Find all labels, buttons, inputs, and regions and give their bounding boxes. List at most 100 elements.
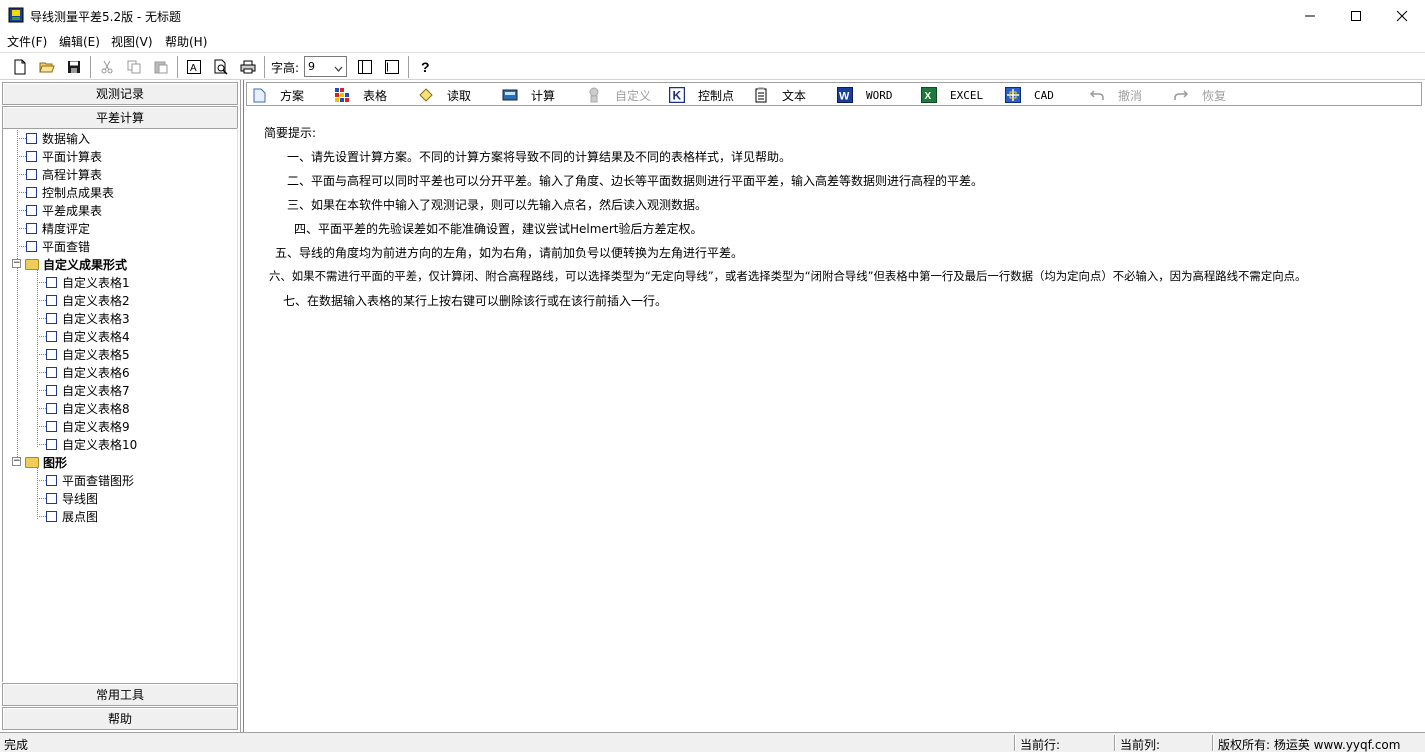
plan-button[interactable]: 方案 [251, 85, 304, 105]
checkbox[interactable] [26, 240, 37, 252]
left-panel-toggle-icon[interactable] [355, 57, 375, 77]
menu-edit[interactable]: 编辑(E) [59, 33, 100, 50]
checkbox[interactable] [46, 474, 57, 486]
font-icon[interactable]: A [184, 57, 204, 77]
toolbar-separator [408, 56, 410, 78]
calc-button[interactable]: 计算 [502, 85, 555, 105]
notepad-icon [753, 87, 769, 103]
toolbar-separator [177, 56, 179, 78]
save-icon[interactable] [64, 57, 84, 77]
tree-item-point-plot[interactable]: 展点图 [37, 507, 98, 525]
copy-icon[interactable] [124, 57, 144, 77]
help-header[interactable]: 帮助 [2, 707, 238, 730]
tree-item-label: 自定义表格3 [62, 311, 130, 326]
tree-item-label: 自定义表格9 [62, 419, 130, 434]
checkbox[interactable] [46, 510, 57, 522]
maximize-button[interactable] [1333, 0, 1379, 31]
tree-item-traverse-graph[interactable]: 导线图 [37, 489, 98, 507]
read-label: 读取 [447, 88, 472, 103]
checkbox[interactable] [46, 366, 57, 378]
font-height-value: 9 [308, 60, 315, 73]
adjustment-calc-header[interactable]: 平差计算 [2, 106, 238, 129]
tree-item-label: 自定义表格4 [62, 329, 130, 344]
custom-button[interactable]: 自定义 [586, 85, 651, 105]
tree-item-control-points[interactable]: 控制点成果表 [17, 183, 114, 201]
checkbox[interactable] [26, 168, 37, 180]
collapse-icon[interactable]: − [12, 457, 21, 466]
close-button[interactable] [1379, 0, 1425, 31]
redo-button[interactable]: 恢复 [1173, 85, 1226, 105]
checkbox[interactable] [26, 132, 37, 144]
tree-item-plane-calc[interactable]: 平面计算表 [17, 147, 102, 165]
checkbox[interactable] [46, 384, 57, 396]
checkbox[interactable] [46, 438, 57, 450]
tree-folder-custom[interactable]: 自定义成果形式 [25, 255, 127, 273]
help-question-icon[interactable]: ? [415, 57, 435, 77]
tree-item-custom-2[interactable]: 自定义表格2 [37, 291, 130, 309]
svg-text:?: ? [421, 59, 430, 75]
cut-icon[interactable] [97, 57, 117, 77]
tree-item-custom-6[interactable]: 自定义表格6 [37, 363, 130, 381]
print-icon[interactable] [238, 57, 258, 77]
undo-button[interactable]: 撤消 [1089, 85, 1142, 105]
svg-text:W: W [839, 91, 850, 103]
tree-item-elevation-calc[interactable]: 高程计算表 [17, 165, 102, 183]
cad-export-button[interactable]: CAD [1005, 85, 1054, 105]
tree-item-data-input[interactable]: 数据输入 [17, 129, 90, 147]
tree-item-custom-1[interactable]: 自定义表格1 [37, 273, 130, 291]
plan-label: 方案 [280, 88, 305, 103]
menu-help[interactable]: 帮助(H) [165, 33, 207, 50]
tree-item-error-check[interactable]: 平面查错 [17, 237, 90, 255]
common-tools-header[interactable]: 常用工具 [2, 683, 238, 706]
status-bar: 完成 当前行: 当前列: 版权所有: 杨运英 www.yyqf.com [0, 732, 1425, 752]
checkbox[interactable] [26, 150, 37, 162]
collapse-icon[interactable]: − [12, 259, 21, 268]
checkbox[interactable] [46, 402, 57, 414]
tree-item-custom-8[interactable]: 自定义表格8 [37, 399, 130, 417]
right-panel-toggle-icon[interactable] [382, 57, 402, 77]
checkbox[interactable] [46, 312, 57, 324]
document-icon [251, 87, 267, 103]
checkbox[interactable] [46, 348, 57, 360]
checkbox[interactable] [46, 330, 57, 342]
checkbox[interactable] [46, 492, 57, 504]
observation-records-header[interactable]: 观测记录 [2, 82, 238, 105]
tree-item-label: 自定义表格2 [62, 293, 130, 308]
tree-item-precision[interactable]: 精度评定 [17, 219, 90, 237]
checkbox[interactable] [26, 222, 37, 234]
tree-item-custom-9[interactable]: 自定义表格9 [37, 417, 130, 435]
tree-folder-label: 图形 [43, 455, 68, 470]
tree-item-custom-5[interactable]: 自定义表格5 [37, 345, 130, 363]
tree-item-adjustment-results[interactable]: 平差成果表 [17, 201, 102, 219]
tree-item-custom-10[interactable]: 自定义表格10 [37, 435, 137, 453]
word-export-button[interactable]: W WORD [837, 85, 893, 105]
calc-label: 计算 [531, 88, 556, 103]
tree-item-custom-4[interactable]: 自定义表格4 [37, 327, 130, 345]
tree-item-error-check-graph[interactable]: 平面查错图形 [37, 471, 134, 489]
window-title: 导线测量平差5.2版 - 无标题 [30, 10, 182, 24]
status-current-row: 当前行: [1020, 738, 1061, 752]
paste-icon[interactable] [151, 57, 171, 77]
tree-folder-graphics[interactable]: 图形 [25, 453, 67, 471]
minimize-button[interactable] [1287, 0, 1333, 31]
new-file-icon[interactable] [10, 57, 30, 77]
menu-view[interactable]: 视图(V) [111, 33, 153, 50]
font-height-select[interactable]: 9 [304, 56, 347, 77]
table-button[interactable]: 表格 [334, 85, 387, 105]
calculator-icon [502, 87, 518, 103]
checkbox[interactable] [26, 204, 37, 216]
excel-export-button[interactable]: X EXCEL [921, 85, 983, 105]
tree-item-custom-3[interactable]: 自定义表格3 [37, 309, 130, 327]
control-point-button[interactable]: K 控制点 [669, 85, 734, 105]
read-button[interactable]: 读取 [418, 85, 471, 105]
checkbox[interactable] [46, 276, 57, 288]
text-button[interactable]: 文本 [753, 85, 806, 105]
open-folder-icon[interactable] [37, 57, 57, 77]
tree-item-custom-7[interactable]: 自定义表格7 [37, 381, 130, 399]
checkbox[interactable] [46, 420, 57, 432]
read-tag-icon [418, 87, 434, 103]
checkbox[interactable] [46, 294, 57, 306]
print-preview-icon[interactable] [211, 57, 231, 77]
menu-file[interactable]: 文件(F) [7, 33, 47, 50]
checkbox[interactable] [26, 186, 37, 198]
